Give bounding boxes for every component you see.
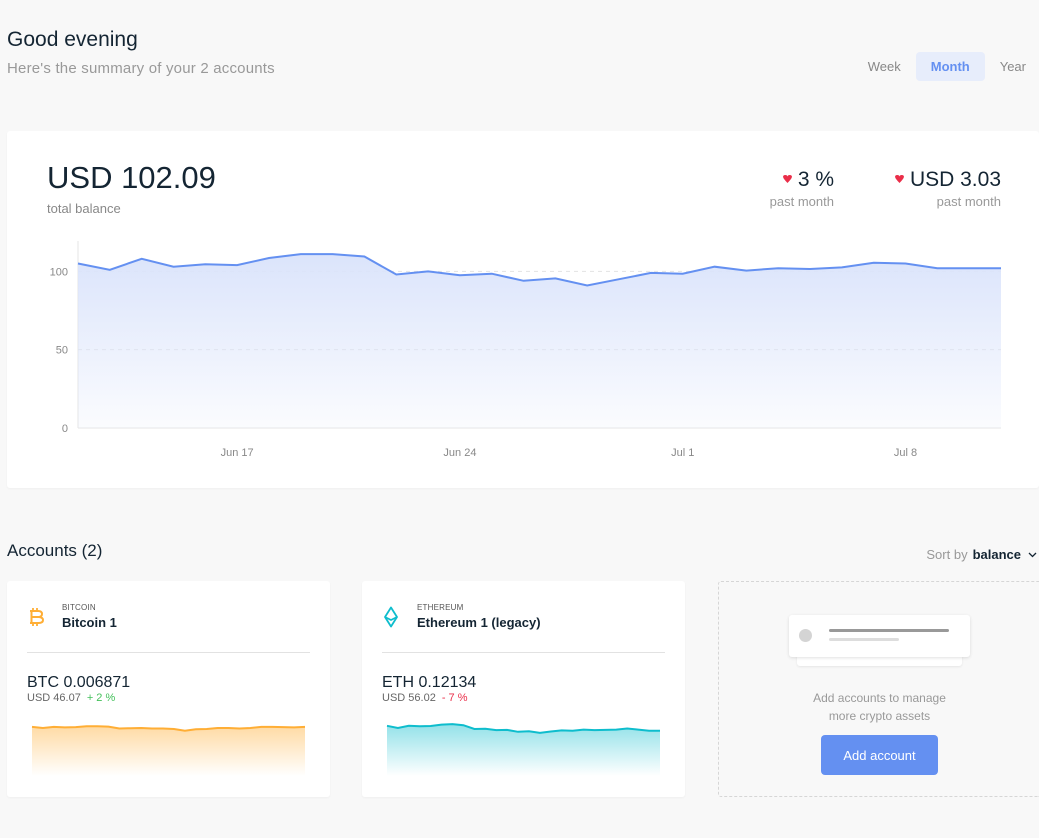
account-sparkline [386, 723, 660, 776]
sort-label: Sort by [926, 547, 968, 562]
tab-week[interactable]: Week [853, 52, 916, 81]
change-usd-label: past month [936, 194, 1001, 209]
down-heart-icon [782, 175, 792, 183]
tab-month[interactable]: Month [915, 52, 985, 81]
account-countervalue: USD 56.02 - 7 % [382, 692, 468, 704]
account-currency: ETHEREUM [417, 603, 464, 612]
x-tick-label: Jul 1 [671, 447, 694, 459]
account-countervalue: USD 46.07 + 2 % [27, 692, 115, 704]
total-balance-value: USD 102.09 [47, 160, 216, 195]
account-card-ethereum[interactable]: ETHEREUM Ethereum 1 (legacy) ETH 0.12134… [362, 581, 685, 797]
change-percent-label: past month [769, 194, 834, 209]
account-name: Ethereum 1 (legacy) [417, 615, 541, 630]
placeholder-line [829, 629, 949, 632]
placeholder-dot [799, 629, 812, 642]
total-balance-label: total balance [47, 201, 121, 216]
account-change: - 7 % [441, 692, 468, 704]
add-account-button[interactable]: Add account [821, 735, 938, 775]
tab-year[interactable]: Year [985, 52, 1039, 81]
account-sparkline [31, 725, 306, 776]
account-usd-value: USD 46.07 [27, 692, 81, 704]
account-card-bitcoin[interactable]: BITCOIN Bitcoin 1 BTC 0.006871 USD 46.07… [7, 581, 330, 797]
down-heart-icon [895, 175, 904, 183]
sort-value: balance [972, 547, 1021, 562]
account-change: + 2 % [86, 692, 116, 704]
change-percent-value: 3 % [797, 168, 834, 191]
account-usd-value: USD 56.02 [382, 692, 436, 704]
x-tick-label: Jun 24 [443, 447, 476, 459]
change-percent-stat: 3 % past month [770, 168, 834, 209]
change-usd-value: USD 3.03 [909, 168, 1001, 191]
account-name: Bitcoin 1 [62, 615, 117, 630]
account-balance: ETH 0.12134 [382, 674, 477, 691]
divider [27, 652, 310, 653]
y-tick-label: 50 [56, 345, 68, 357]
placeholder-line [829, 638, 899, 641]
account-balance: BTC 0.006871 [27, 674, 131, 691]
add-account-hint-line2: more crypto assets [828, 709, 931, 723]
bitcoin-icon [30, 608, 45, 626]
divider [382, 652, 665, 653]
y-tick-label: 100 [50, 266, 68, 278]
sort-dropdown[interactable]: Sort by balance [926, 547, 1037, 562]
range-selector: Week Month Year [853, 52, 1039, 81]
add-account-card: Add accounts to manage more crypto asset… [718, 581, 1039, 797]
x-tick-label: Jun 17 [221, 447, 254, 459]
summary-subtitle: Here's the summary of your 2 accounts [7, 60, 275, 77]
chevron-down-icon [1028, 552, 1037, 557]
add-account-hint: Add accounts to manage more crypto asset… [719, 689, 1039, 725]
y-tick-label: 0 [62, 423, 68, 435]
accounts-heading: Accounts (2) [7, 541, 103, 560]
account-currency: BITCOIN [62, 603, 96, 612]
placeholder-account-illustration [789, 615, 970, 657]
x-tick-label: Jul 8 [894, 447, 917, 459]
sparkline-area [32, 726, 305, 776]
change-usd-stat: USD 3.03 past month [895, 168, 1001, 209]
add-account-hint-line1: Add accounts to manage [813, 691, 946, 705]
balance-card: 0 50 100 Jun 17 Jun 24 Jul 1 Jul 8 USD 102.09 … [7, 131, 1039, 488]
ethereum-icon [384, 606, 398, 628]
greeting-title: Good evening [7, 28, 138, 51]
